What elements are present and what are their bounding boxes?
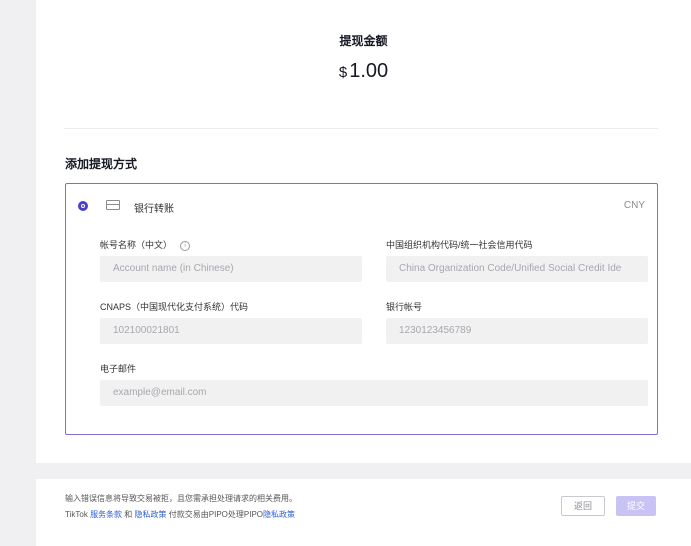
amount-label: 提现金额 bbox=[339, 34, 388, 48]
bank-transfer-method[interactable]: 银行转账 CNY 帐号名称（中文） i Account name (in Chin… bbox=[65, 183, 658, 435]
and-text: 和 bbox=[124, 510, 133, 519]
pipo-text: 付款交易由PIPO处理PIPO bbox=[168, 510, 263, 519]
method-radio[interactable] bbox=[78, 201, 88, 211]
email-label: 电子邮件 bbox=[100, 364, 137, 374]
method-name: 银行转账 bbox=[134, 204, 174, 215]
footer-warning: 输入错误信息将导致交易被拒，且您需承担处理请求的相关费用。 bbox=[65, 494, 297, 503]
info-icon[interactable]: i bbox=[180, 240, 191, 251]
bank-account-input[interactable]: 1230123456789 bbox=[386, 318, 648, 344]
section-title: 添加提现方式 bbox=[65, 157, 138, 171]
cnaps-label: CNAPS（中国现代化支付系统）代码 bbox=[100, 302, 249, 312]
bank-account-label: 银行帐号 bbox=[386, 302, 423, 312]
footer-legal: TikTok 服务条款 和 隐私政策 付款交易由PIPO处理PIPO隐私政策 bbox=[65, 509, 295, 520]
withdraw-card: 提现金额 $1.00 添加提现方式 银行转账 CNY 帐号名称（中文） i Acc… bbox=[36, 0, 691, 463]
privacy-link[interactable]: 隐私政策 bbox=[135, 510, 167, 519]
terms-link[interactable]: 服务条款 bbox=[90, 510, 122, 519]
divider bbox=[64, 128, 658, 129]
amount-number: 1.00 bbox=[349, 60, 389, 82]
email-input[interactable]: example@email.com bbox=[100, 380, 648, 406]
pipo-privacy-link[interactable]: 隐私政策 bbox=[263, 510, 295, 519]
org-code-input[interactable]: China Organization Code/Unified Social C… bbox=[386, 256, 648, 282]
footer: 输入错误信息将导致交易被拒，且您需承担处理请求的相关费用。 TikTok 服务条… bbox=[36, 479, 691, 546]
currency-symbol: $ bbox=[338, 64, 348, 81]
bank-card-icon bbox=[106, 200, 120, 210]
back-button[interactable]: 返回 bbox=[561, 496, 605, 516]
account-name-input[interactable]: Account name (in Chinese) bbox=[100, 256, 362, 282]
method-currency: CNY bbox=[623, 200, 645, 211]
account-name-label: 帐号名称（中文） i bbox=[100, 238, 191, 251]
org-code-label: 中国组织机构代码/统一社会信用代码 bbox=[386, 240, 533, 250]
account-name-label-text: 帐号名称（中文） bbox=[100, 240, 173, 250]
tiktok-text: TikTok bbox=[65, 510, 88, 519]
submit-button[interactable]: 提交 bbox=[616, 496, 656, 516]
cnaps-input[interactable]: 102100021801 bbox=[100, 318, 362, 344]
amount-value: $1.00 bbox=[36, 60, 691, 83]
